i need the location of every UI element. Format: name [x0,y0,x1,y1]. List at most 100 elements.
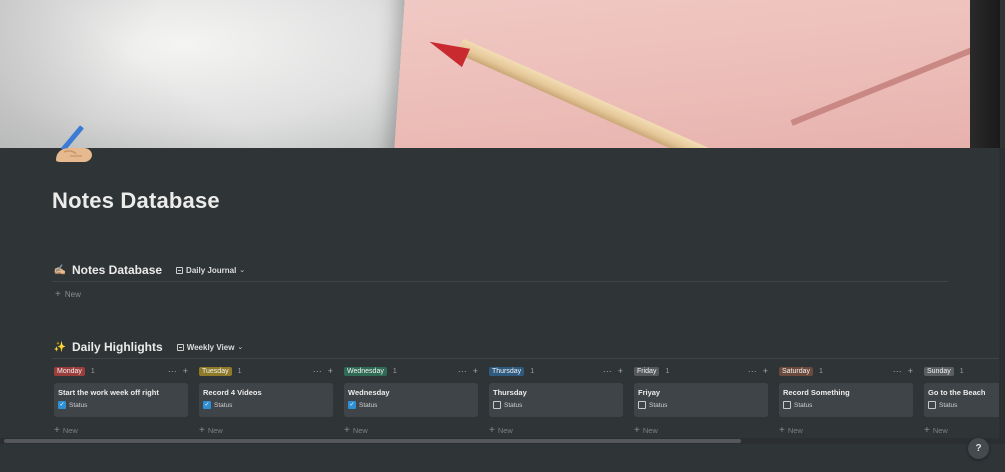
view-switcher-daily-journal[interactable]: Daily Journal ⌄ [176,266,245,275]
checked-checkbox[interactable]: ✓ [58,401,66,409]
card-count: 1 [959,367,964,375]
card-count: 1 [90,367,95,375]
more-icon[interactable]: ··· [893,366,902,376]
new-label: New [352,426,368,435]
column-new-button[interactable]: + New [344,425,478,436]
add-card-icon[interactable]: + [473,366,478,376]
column-header: Tuesday 1 ··· + [199,364,333,378]
more-icon[interactable]: ··· [313,366,322,376]
more-icon[interactable]: ··· [458,366,467,376]
help-button[interactable]: ? [968,438,989,459]
cover-dark-edge [970,0,1000,148]
board-column-friday: Friday 1 ··· + Friyay Status + New [634,364,768,436]
add-card-icon[interactable]: + [183,366,188,376]
column-new-button[interactable]: + New [779,425,913,436]
board-card[interactable]: Record 4 Videos ✓ Status [199,383,333,417]
scrollbar-thumb[interactable] [4,439,741,443]
column-actions: ··· + [168,366,188,376]
new-label: New [64,290,81,299]
plus-icon: + [489,425,495,436]
unchecked-checkbox[interactable] [928,401,936,409]
board-card[interactable]: Thursday Status [489,383,623,417]
column-actions: ··· + [458,366,478,376]
more-icon[interactable]: ··· [748,366,757,376]
board-card[interactable]: Record Something Status [779,383,913,417]
card-title: Start the work week off right [58,388,159,397]
chevron-down-icon: ⌄ [237,344,244,351]
column-new-button[interactable]: + New [54,425,188,436]
add-card-icon[interactable]: + [763,366,768,376]
horizontal-scrollbar[interactable] [0,438,1005,444]
column-new-button[interactable]: + New [924,425,1005,436]
plus-icon: + [924,425,930,436]
new-label: New [207,426,223,435]
status-property: Status [493,401,619,409]
card-title: Friyay [638,388,661,397]
status-label: Status [359,401,378,409]
board-column-thursday: Thursday 1 ··· + Thursday Status + New [489,364,623,436]
new-label: New [642,426,658,435]
board-card[interactable]: Wednesday ✓ Status [344,383,478,417]
view-switcher-weekly-view[interactable]: Weekly View ⌄ [176,342,244,352]
plus-icon: + [54,425,60,436]
status-property: ✓ Status [58,401,184,409]
board-view-icon [176,343,184,351]
list-view-icon [176,266,184,274]
status-property: Status [638,401,764,409]
column-new-button[interactable]: + New [489,425,623,436]
board-card[interactable]: Friyay Status [634,383,768,417]
column-new-button[interactable]: + New [199,425,333,436]
status-label: Status [69,401,88,409]
new-label: New [62,426,78,435]
unchecked-checkbox[interactable] [493,401,501,409]
status-label: Status [504,401,523,409]
card-count: 1 [819,367,823,375]
board-column-saturday: Saturday 1 ··· + Record Something Status… [779,364,913,436]
column-header: Sunday 1 ··· + [924,364,1005,378]
plus-icon: + [55,289,61,300]
chevron-down-icon: ⌄ [239,267,246,274]
daily-highlights-title[interactable]: Daily Highlights [72,340,163,354]
weekly-board: Monday 1 ··· + Start the work week off r… [54,364,1005,444]
day-tag[interactable]: Saturday [779,366,814,376]
unchecked-checkbox[interactable] [638,401,646,409]
status-property: Status [783,401,909,409]
more-icon[interactable]: ··· [168,366,177,376]
add-card-icon[interactable]: + [328,366,333,376]
board-column-wednesday: Wednesday 1 ··· + Wednesday ✓ Status + N… [344,364,478,436]
add-card-icon[interactable]: + [618,366,623,376]
day-tag[interactable]: Thursday [489,366,525,376]
more-icon[interactable]: ··· [603,366,612,376]
day-tag[interactable]: Sunday [924,366,954,376]
card-title: Wednesday [348,388,390,397]
add-card-icon[interactable]: + [908,366,913,376]
board-card[interactable]: Go to the Beach Status [924,383,1005,417]
column-actions: ··· + [313,366,333,376]
column-actions: ··· + [603,366,623,376]
writing-hand-icon[interactable] [50,122,96,168]
board-card[interactable]: Start the work week off right ✓ Status [54,383,188,417]
notes-database-title[interactable]: Notes Database [72,263,162,277]
new-label: New [932,426,948,435]
vertical-scrollbar[interactable] [999,148,1005,438]
view-label: Weekly View [186,342,235,352]
card-count: 1 [392,367,397,375]
page-title: Notes Database [52,188,220,213]
day-tag[interactable]: Wednesday [344,366,387,376]
day-tag[interactable]: Friday [634,366,660,376]
unchecked-checkbox[interactable] [783,401,791,409]
status-label: Status [649,401,668,409]
day-tag[interactable]: Tuesday [199,366,232,376]
checked-checkbox[interactable]: ✓ [348,401,356,409]
board-column-sunday: Sunday 1 ··· + Go to the Beach Status + … [924,364,1005,436]
plus-icon: + [199,425,205,436]
column-new-button[interactable]: + New [634,425,768,436]
notes-new-button[interactable]: + New [55,289,81,300]
new-label: New [497,426,513,435]
card-count: 1 [665,367,670,375]
status-property: Status [928,401,1005,409]
board-column-monday: Monday 1 ··· + Start the work week off r… [54,364,188,436]
day-tag[interactable]: Monday [54,366,85,376]
checked-checkbox[interactable]: ✓ [203,401,211,409]
daily-highlights-header: ✨ Daily Highlights Weekly View ⌄ [54,340,244,354]
